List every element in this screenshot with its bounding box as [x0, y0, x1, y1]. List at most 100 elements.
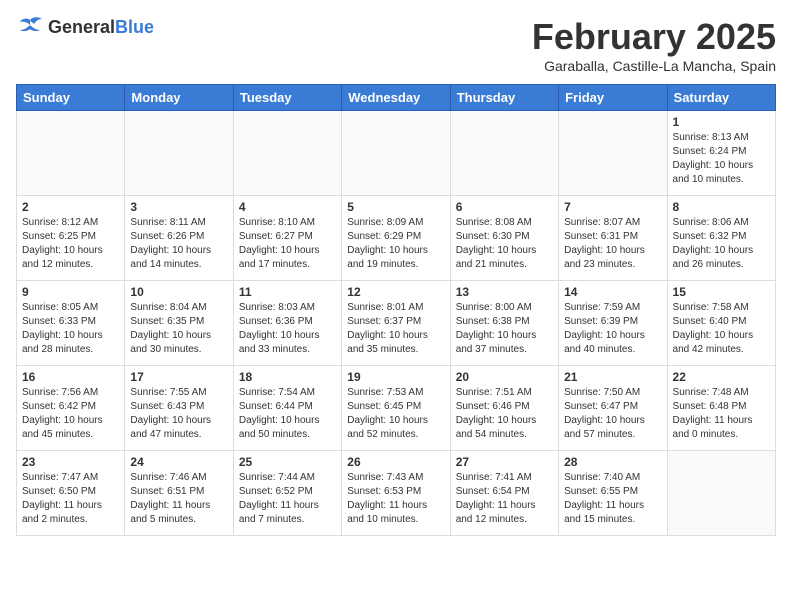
day-info: Sunrise: 7:46 AM Sunset: 6:51 PM Dayligh… [130, 471, 227, 527]
logo-bird-icon [16, 16, 44, 38]
page-header: GeneralBlue February 2025 Garaballa, Cas… [16, 16, 776, 74]
day-info: Sunrise: 7:55 AM Sunset: 6:43 PM Dayligh… [130, 386, 227, 442]
day-cell [342, 111, 450, 196]
day-cell: 26Sunrise: 7:43 AM Sunset: 6:53 PM Dayli… [342, 451, 450, 536]
location: Garaballa, Castille-La Mancha, Spain [532, 58, 776, 74]
day-info: Sunrise: 7:58 AM Sunset: 6:40 PM Dayligh… [673, 301, 770, 357]
day-number: 21 [564, 370, 661, 384]
day-info: Sunrise: 8:10 AM Sunset: 6:27 PM Dayligh… [239, 216, 336, 272]
day-cell: 11 Sunrise: 8:03 AM Sunset: 6:36 PM Dayli… [233, 281, 341, 366]
week-row-1: 1 Sunrise: 8:13 AM Sunset: 6:24 PM Daylig… [17, 111, 776, 196]
day-number: 16 [22, 370, 119, 384]
weekday-header-row: SundayMondayTuesdayWednesdayThursdayFrid… [17, 85, 776, 111]
day-cell: 23 Sunrise: 7:47 AM Sunset: 6:50 PM Dayli… [17, 451, 125, 536]
day-cell: 13 Sunrise: 8:00 AM Sunset: 6:38 PM Dayli… [450, 281, 558, 366]
day-info: Sunrise: 8:06 AM Sunset: 6:32 PM Dayligh… [673, 216, 770, 272]
week-row-4: 16 Sunrise: 7:56 AM Sunset: 6:42 PM Dayli… [17, 366, 776, 451]
day-number: 3 [130, 200, 227, 214]
day-cell [125, 111, 233, 196]
day-number: 22 [673, 370, 770, 384]
day-cell: 4 Sunrise: 8:10 AM Sunset: 6:27 PM Daylig… [233, 196, 341, 281]
day-info: Sunrise: 8:00 AM Sunset: 6:38 PM Dayligh… [456, 301, 553, 357]
day-number: 24 [130, 455, 227, 469]
day-cell: 8Sunrise: 8:06 AM Sunset: 6:32 PM Daylig… [667, 196, 775, 281]
day-info: Sunrise: 7:41 AM Sunset: 6:54 PM Dayligh… [456, 471, 553, 527]
day-number: 28 [564, 455, 661, 469]
day-number: 10 [130, 285, 227, 299]
week-row-5: 23 Sunrise: 7:47 AM Sunset: 6:50 PM Dayli… [17, 451, 776, 536]
day-info: Sunrise: 8:01 AM Sunset: 6:37 PM Dayligh… [347, 301, 444, 357]
day-number: 18 [239, 370, 336, 384]
day-number: 27 [456, 455, 553, 469]
day-number: 14 [564, 285, 661, 299]
day-info: Sunrise: 7:56 AM Sunset: 6:42 PM Dayligh… [22, 386, 119, 442]
day-number: 26 [347, 455, 444, 469]
day-cell: 14 Sunrise: 7:59 AM Sunset: 6:39 PM Dayli… [559, 281, 667, 366]
day-info: Sunrise: 7:47 AM Sunset: 6:50 PM Dayligh… [22, 471, 119, 527]
day-number: 5 [347, 200, 444, 214]
day-cell: 15Sunrise: 7:58 AM Sunset: 6:40 PM Dayli… [667, 281, 775, 366]
logo-text: GeneralBlue [48, 17, 154, 38]
day-cell: 9Sunrise: 8:05 AM Sunset: 6:33 PM Daylig… [17, 281, 125, 366]
day-cell [450, 111, 558, 196]
day-number: 9 [22, 285, 119, 299]
day-number: 13 [456, 285, 553, 299]
day-number: 12 [347, 285, 444, 299]
day-cell: 28 Sunrise: 7:40 AM Sunset: 6:55 PM Dayli… [559, 451, 667, 536]
day-number: 11 [239, 285, 336, 299]
day-number: 2 [22, 200, 119, 214]
day-info: Sunrise: 8:07 AM Sunset: 6:31 PM Dayligh… [564, 216, 661, 272]
day-cell: 17 Sunrise: 7:55 AM Sunset: 6:43 PM Dayli… [125, 366, 233, 451]
day-cell: 27 Sunrise: 7:41 AM Sunset: 6:54 PM Dayli… [450, 451, 558, 536]
day-info: Sunrise: 8:12 AM Sunset: 6:25 PM Dayligh… [22, 216, 119, 272]
day-info: Sunrise: 7:54 AM Sunset: 6:44 PM Dayligh… [239, 386, 336, 442]
day-cell: 22Sunrise: 7:48 AM Sunset: 6:48 PM Dayli… [667, 366, 775, 451]
day-cell: 10 Sunrise: 8:04 AM Sunset: 6:35 PM Dayli… [125, 281, 233, 366]
weekday-header-tuesday: Tuesday [233, 85, 341, 111]
calendar-table: SundayMondayTuesdayWednesdayThursdayFrid… [16, 84, 776, 536]
weekday-header-thursday: Thursday [450, 85, 558, 111]
day-number: 19 [347, 370, 444, 384]
week-row-3: 9Sunrise: 8:05 AM Sunset: 6:33 PM Daylig… [17, 281, 776, 366]
day-info: Sunrise: 8:09 AM Sunset: 6:29 PM Dayligh… [347, 216, 444, 272]
day-cell: 6Sunrise: 8:08 AM Sunset: 6:30 PM Daylig… [450, 196, 558, 281]
day-number: 6 [456, 200, 553, 214]
weekday-header-monday: Monday [125, 85, 233, 111]
day-cell: 5 Sunrise: 8:09 AM Sunset: 6:29 PM Daylig… [342, 196, 450, 281]
day-number: 1 [673, 115, 770, 129]
day-cell: 24 Sunrise: 7:46 AM Sunset: 6:51 PM Dayli… [125, 451, 233, 536]
day-cell: 1 Sunrise: 8:13 AM Sunset: 6:24 PM Daylig… [667, 111, 775, 196]
day-cell [667, 451, 775, 536]
day-cell: 7Sunrise: 8:07 AM Sunset: 6:31 PM Daylig… [559, 196, 667, 281]
weekday-header-sunday: Sunday [17, 85, 125, 111]
day-info: Sunrise: 7:40 AM Sunset: 6:55 PM Dayligh… [564, 471, 661, 527]
day-cell: 12 Sunrise: 8:01 AM Sunset: 6:37 PM Dayli… [342, 281, 450, 366]
day-number: 17 [130, 370, 227, 384]
day-info: Sunrise: 7:44 AM Sunset: 6:52 PM Dayligh… [239, 471, 336, 527]
day-cell [233, 111, 341, 196]
day-cell: 2 Sunrise: 8:12 AM Sunset: 6:25 PM Daylig… [17, 196, 125, 281]
week-row-2: 2 Sunrise: 8:12 AM Sunset: 6:25 PM Daylig… [17, 196, 776, 281]
day-cell: 19 Sunrise: 7:53 AM Sunset: 6:45 PM Dayli… [342, 366, 450, 451]
day-cell [17, 111, 125, 196]
day-info: Sunrise: 7:51 AM Sunset: 6:46 PM Dayligh… [456, 386, 553, 442]
day-cell: 3Sunrise: 8:11 AM Sunset: 6:26 PM Daylig… [125, 196, 233, 281]
day-number: 20 [456, 370, 553, 384]
day-number: 4 [239, 200, 336, 214]
day-number: 23 [22, 455, 119, 469]
day-info: Sunrise: 7:53 AM Sunset: 6:45 PM Dayligh… [347, 386, 444, 442]
day-info: Sunrise: 8:03 AM Sunset: 6:36 PM Dayligh… [239, 301, 336, 357]
day-cell: 18 Sunrise: 7:54 AM Sunset: 6:44 PM Dayli… [233, 366, 341, 451]
weekday-header-friday: Friday [559, 85, 667, 111]
day-info: Sunrise: 8:13 AM Sunset: 6:24 PM Dayligh… [673, 131, 770, 187]
logo-blue: Blue [115, 17, 154, 37]
weekday-header-wednesday: Wednesday [342, 85, 450, 111]
day-number: 25 [239, 455, 336, 469]
day-info: Sunrise: 8:04 AM Sunset: 6:35 PM Dayligh… [130, 301, 227, 357]
day-cell [559, 111, 667, 196]
day-info: Sunrise: 7:59 AM Sunset: 6:39 PM Dayligh… [564, 301, 661, 357]
logo-general: General [48, 17, 115, 37]
day-cell: 20 Sunrise: 7:51 AM Sunset: 6:46 PM Dayli… [450, 366, 558, 451]
title-block: February 2025 Garaballa, Castille-La Man… [532, 16, 776, 74]
day-cell: 21Sunrise: 7:50 AM Sunset: 6:47 PM Dayli… [559, 366, 667, 451]
